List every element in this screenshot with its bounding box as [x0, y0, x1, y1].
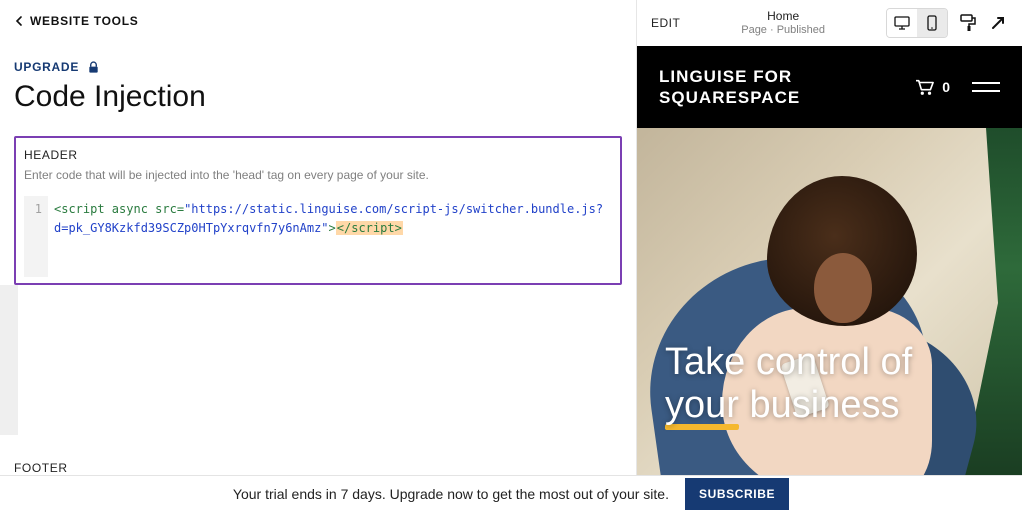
subscribe-button[interactable]: SUBSCRIBE	[685, 478, 789, 510]
expand-icon[interactable]	[988, 13, 1008, 33]
lock-icon	[87, 61, 100, 74]
edit-button[interactable]: EDIT	[651, 16, 680, 30]
desktop-view-button[interactable]	[887, 9, 917, 37]
back-to-website-tools[interactable]: WEBSITE TOOLS	[14, 0, 622, 38]
spacer	[0, 285, 622, 435]
chevron-left-icon	[14, 16, 24, 26]
trial-text: Your trial ends in 7 days. Upgrade now t…	[233, 486, 669, 502]
trial-bar: Your trial ends in 7 days. Upgrade now t…	[0, 475, 1022, 512]
hero-section: Take control of your business	[637, 128, 1022, 475]
code-gutter: 1	[24, 196, 48, 277]
page-status: Page · Published	[690, 24, 876, 37]
site-title[interactable]: LINGUISE FOR SQUARESPACE	[659, 66, 800, 109]
hamburger-line-icon	[972, 90, 1000, 92]
page-title: Code Injection	[14, 80, 622, 114]
menu-button[interactable]	[972, 82, 1000, 92]
cart-button[interactable]: 0	[914, 78, 950, 96]
paint-roller-icon[interactable]	[958, 13, 978, 33]
header-section-desc: Enter code that will be injected into th…	[24, 168, 612, 182]
header-code-section: HEADER Enter code that will be injected …	[14, 136, 622, 285]
hamburger-line-icon	[972, 82, 1000, 84]
back-label: WEBSITE TOOLS	[30, 14, 138, 28]
header-section-title: HEADER	[24, 148, 612, 162]
cart-icon	[914, 78, 936, 96]
hero-heading: Take control of your business	[637, 341, 912, 475]
mobile-icon	[927, 15, 937, 31]
desktop-icon	[894, 16, 910, 30]
upgrade-label: UPGRADE	[14, 60, 79, 74]
header-code-editor[interactable]: 1 <script async src="https://static.ling…	[24, 196, 612, 277]
footer-code-section: FOOTER Enter code that will be injected …	[14, 461, 622, 475]
preview-toolbar: EDIT Home Page · Published	[637, 0, 1022, 46]
site-preview: LINGUISE FOR SQUARESPACE 0	[637, 46, 1022, 475]
page-name: Home	[690, 10, 876, 24]
footer-section-title: FOOTER	[14, 461, 622, 475]
site-header: LINGUISE FOR SQUARESPACE 0	[637, 46, 1022, 128]
page-info[interactable]: Home Page · Published	[690, 10, 876, 36]
mobile-view-button[interactable]	[917, 9, 947, 37]
upgrade-link[interactable]: UPGRADE	[14, 60, 622, 74]
cart-count: 0	[942, 79, 950, 95]
code-content[interactable]: <script async src="https://static.lingui…	[48, 196, 612, 277]
device-toggle	[886, 8, 948, 38]
